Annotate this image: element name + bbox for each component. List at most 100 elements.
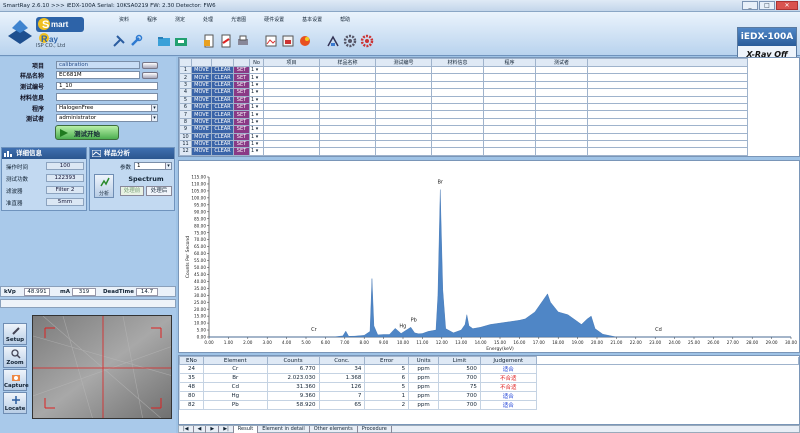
chevron-down-icon[interactable]: ▾ bbox=[165, 163, 171, 169]
cell-program[interactable] bbox=[483, 102, 536, 112]
item-field[interactable]: calibration bbox=[56, 61, 140, 69]
table-row[interactable]: 1 MOVE CLEAR SET 1 ▾ bbox=[179, 65, 748, 75]
cell-sample-name[interactable] bbox=[319, 117, 376, 127]
clear-button[interactable]: CLEAR bbox=[211, 95, 234, 104]
move-button[interactable]: MOVE bbox=[191, 147, 212, 156]
table-row[interactable]: 6 MOVE CLEAR SET 1 ▾ bbox=[179, 102, 748, 112]
cell-sample-name[interactable] bbox=[319, 125, 376, 134]
analyze-button[interactable]: 分析 bbox=[94, 174, 114, 198]
menu-data[interactable]: 资料 bbox=[110, 15, 138, 27]
clear-button[interactable]: CLEAR bbox=[211, 117, 234, 127]
cell-test-no[interactable] bbox=[375, 110, 432, 119]
cell-program[interactable] bbox=[483, 139, 536, 149]
cell-program[interactable] bbox=[483, 125, 536, 134]
menu-program[interactable]: 程序 bbox=[138, 15, 166, 27]
result-row[interactable]: 35 Br 2.023.030 1.368 6 ppm 700 不合适 bbox=[179, 373, 799, 383]
no-select[interactable]: 1 ▾ bbox=[249, 117, 264, 127]
export-icon[interactable] bbox=[281, 34, 295, 48]
cell-material[interactable] bbox=[431, 110, 484, 119]
no-select[interactable]: 1 ▾ bbox=[249, 102, 264, 112]
no-select[interactable]: 1 ▾ bbox=[249, 125, 264, 134]
cell-tester[interactable] bbox=[535, 73, 588, 82]
no-select[interactable]: 1 ▾ bbox=[249, 147, 264, 156]
help-gear-icon[interactable] bbox=[360, 34, 374, 48]
cell-sample-name[interactable] bbox=[319, 139, 376, 149]
cell-tester[interactable] bbox=[535, 65, 588, 75]
start-test-button[interactable]: 测试开始 bbox=[55, 125, 119, 140]
move-button[interactable]: MOVE bbox=[191, 73, 212, 82]
sample-name-browse-button[interactable] bbox=[142, 72, 158, 79]
menu-process[interactable]: 处理 bbox=[194, 15, 222, 27]
cell-program[interactable] bbox=[483, 147, 536, 156]
set-button[interactable]: SET bbox=[233, 95, 250, 104]
report-icon[interactable] bbox=[202, 34, 216, 48]
move-button[interactable]: MOVE bbox=[191, 65, 212, 75]
cell-sample-name[interactable] bbox=[319, 80, 376, 90]
cell-tester[interactable] bbox=[535, 102, 588, 112]
table-row[interactable]: 12 MOVE CLEAR SET 1 ▾ bbox=[179, 147, 748, 156]
set-button[interactable]: SET bbox=[233, 73, 250, 82]
cell-material[interactable] bbox=[431, 80, 484, 90]
cell-tester[interactable] bbox=[535, 95, 588, 104]
cell-tester[interactable] bbox=[535, 110, 588, 119]
set-button[interactable]: SET bbox=[233, 88, 250, 97]
cell-material[interactable] bbox=[431, 102, 484, 112]
cell-program[interactable] bbox=[483, 88, 536, 97]
cell-tester[interactable] bbox=[535, 80, 588, 90]
calibrate-icon[interactable] bbox=[326, 34, 340, 48]
test-no-field[interactable]: 1_10 bbox=[56, 82, 158, 90]
clear-button[interactable]: CLEAR bbox=[211, 73, 234, 82]
tab-other-elements[interactable]: Other elements bbox=[310, 425, 358, 433]
cell-item[interactable] bbox=[263, 73, 320, 82]
cell-item[interactable] bbox=[263, 110, 320, 119]
cell-item[interactable] bbox=[263, 117, 320, 127]
cell-material[interactable] bbox=[431, 147, 484, 156]
result-row[interactable]: 24 Cr 6.770 34 5 ppm 500 适合 bbox=[179, 364, 799, 374]
cell-material[interactable] bbox=[431, 132, 484, 141]
cell-tester[interactable] bbox=[535, 125, 588, 134]
no-select[interactable]: 1 ▾ bbox=[249, 132, 264, 141]
set-button[interactable]: SET bbox=[233, 110, 250, 119]
cell-test-no[interactable] bbox=[375, 80, 432, 90]
no-select[interactable]: 1 ▾ bbox=[249, 110, 264, 119]
cell-program[interactable] bbox=[483, 65, 536, 75]
result-row[interactable]: 82 Pb 58.920 65 2 ppm 700 适合 bbox=[179, 400, 799, 410]
cell-item[interactable] bbox=[263, 139, 320, 149]
cell-item[interactable] bbox=[263, 65, 320, 75]
post-process-button[interactable]: 处理后 bbox=[146, 186, 172, 196]
menu-spectrum[interactable]: 光谱图 bbox=[222, 15, 255, 27]
tab-prev[interactable]: ◀ bbox=[194, 425, 207, 433]
clear-button[interactable]: CLEAR bbox=[211, 125, 234, 134]
material-field[interactable] bbox=[56, 93, 158, 101]
cell-program[interactable] bbox=[483, 132, 536, 141]
cell-program[interactable] bbox=[483, 73, 536, 82]
tab-element-detail[interactable]: Element in detail bbox=[258, 425, 310, 433]
cell-material[interactable] bbox=[431, 125, 484, 134]
tab-first[interactable]: |◀ bbox=[179, 425, 194, 433]
move-button[interactable]: MOVE bbox=[191, 95, 212, 104]
cell-sample-name[interactable] bbox=[319, 73, 376, 82]
tab-last[interactable]: ▶| bbox=[219, 425, 234, 433]
cell-program[interactable] bbox=[483, 110, 536, 119]
no-select[interactable]: 1 ▾ bbox=[249, 88, 264, 97]
table-row[interactable]: 11 MOVE CLEAR SET 1 ▾ bbox=[179, 139, 748, 149]
clear-button[interactable]: CLEAR bbox=[211, 110, 234, 119]
maximize-button[interactable]: □ bbox=[759, 1, 775, 10]
cell-material[interactable] bbox=[431, 139, 484, 149]
cell-item[interactable] bbox=[263, 125, 320, 134]
clear-button[interactable]: CLEAR bbox=[211, 88, 234, 97]
set-button[interactable]: SET bbox=[233, 65, 250, 75]
cell-material[interactable] bbox=[431, 95, 484, 104]
close-button[interactable]: ✕ bbox=[776, 1, 798, 10]
tab-next[interactable]: ▶ bbox=[206, 425, 220, 433]
move-button[interactable]: MOVE bbox=[191, 88, 212, 97]
set-button[interactable]: SET bbox=[233, 139, 250, 149]
menu-measure[interactable]: 测定 bbox=[166, 15, 194, 27]
result-row[interactable]: 80 Hg 9.360 7 1 ppm 700 适合 bbox=[179, 391, 799, 401]
cell-test-no[interactable] bbox=[375, 102, 432, 112]
cell-test-no[interactable] bbox=[375, 139, 432, 149]
clear-button[interactable]: CLEAR bbox=[211, 65, 234, 75]
cell-test-no[interactable] bbox=[375, 147, 432, 156]
set-button[interactable]: SET bbox=[233, 132, 250, 141]
item-browse-button[interactable] bbox=[142, 62, 158, 69]
